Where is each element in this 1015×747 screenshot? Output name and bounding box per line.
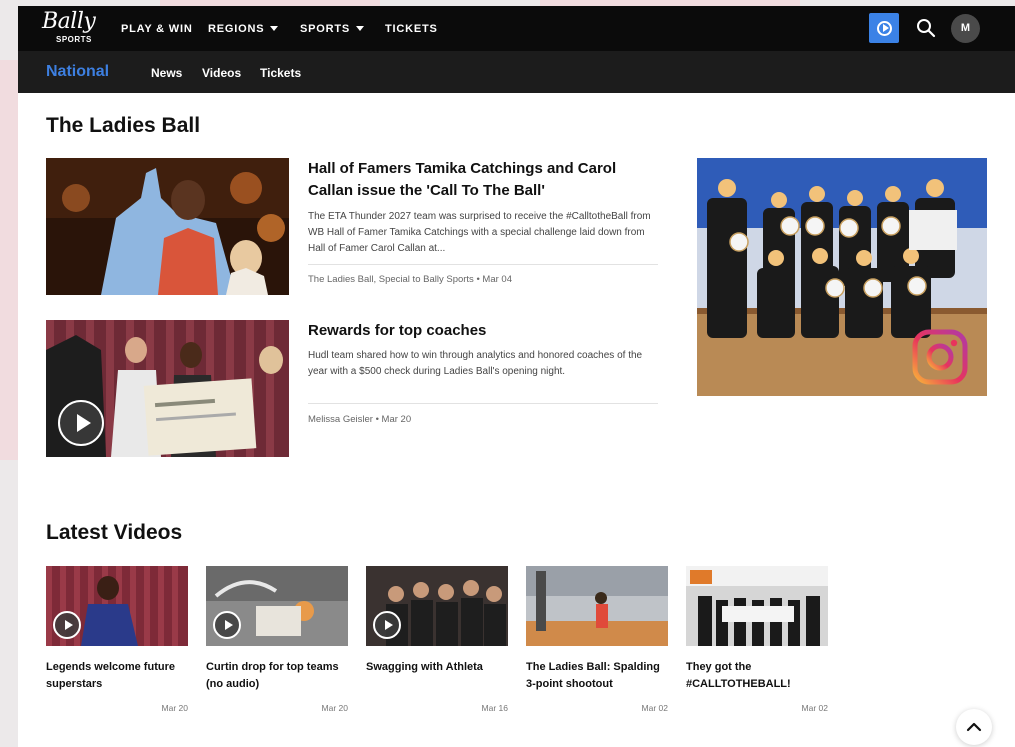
chevron-down-icon: [356, 26, 365, 31]
play-icon: [65, 620, 73, 630]
video-thumbnail[interactable]: [206, 566, 348, 646]
nav-tickets[interactable]: TICKETS: [385, 23, 438, 35]
article-divider: [308, 264, 658, 265]
video-card[interactable]: Curtin drop for top teams (no audio) Mar…: [206, 566, 348, 713]
instagram-post-image[interactable]: [697, 158, 987, 396]
chevron-up-icon: [966, 722, 982, 732]
logo-sub: SPORTS: [56, 35, 92, 44]
article-2-thumbnail[interactable]: [46, 320, 289, 457]
video-card[interactable]: Legends welcome future superstars Mar 20: [46, 566, 188, 713]
nav-play-win-label: PLAY & WIN: [121, 23, 193, 35]
play-icon: [385, 620, 393, 630]
article-2-meta: Melissa Geisler • Mar 20: [308, 414, 412, 425]
article-1-meta: The Ladies Ball, Special to Bally Sports…: [308, 274, 512, 285]
instagram-icon[interactable]: [911, 328, 969, 386]
video-card[interactable]: Swagging with Athleta Mar 16: [366, 566, 508, 713]
article-1-image: [46, 158, 289, 295]
video-4-image: [526, 566, 668, 646]
video-title[interactable]: They got the #CALLTOTHEBALL!: [686, 659, 828, 699]
video-title[interactable]: Legends welcome future superstars: [46, 659, 188, 699]
video-thumbnail[interactable]: [526, 566, 668, 646]
video-date: Mar 02: [801, 703, 828, 713]
video-title[interactable]: Curtin drop for top teams (no audio): [206, 659, 348, 699]
video-card[interactable]: They got the #CALLTOTHEBALL! Mar 02: [686, 566, 828, 713]
section-title-national[interactable]: National: [46, 63, 109, 81]
scroll-to-top-button[interactable]: [956, 709, 992, 745]
video-thumbnail[interactable]: [686, 566, 828, 646]
video-thumbnail[interactable]: [46, 566, 188, 646]
logo-script: Bally: [42, 9, 96, 34]
play-video-button[interactable]: [213, 611, 241, 639]
video-date: Mar 20: [161, 703, 188, 713]
article-2-title[interactable]: Rewards for top coaches: [308, 320, 653, 342]
nav-play-win[interactable]: PLAY & WIN: [121, 23, 193, 35]
nav-regions[interactable]: REGIONS: [208, 23, 279, 35]
watch-button[interactable]: [869, 13, 899, 43]
play-triangle: [883, 24, 889, 32]
latest-videos-heading: Latest Videos: [46, 521, 183, 544]
play-icon: [77, 414, 91, 432]
avatar[interactable]: M: [951, 14, 980, 43]
article-1-title[interactable]: Hall of Famers Tamika Catchings and Caro…: [308, 158, 653, 202]
article-divider: [308, 403, 658, 404]
video-title[interactable]: The Ladies Ball: Spalding 3-point shooto…: [526, 659, 668, 699]
subnav-videos[interactable]: Videos: [202, 66, 241, 80]
nav-regions-label: REGIONS: [208, 23, 265, 35]
play-video-button[interactable]: [58, 400, 104, 446]
nav-tickets-label: TICKETS: [385, 23, 438, 35]
play-video-button[interactable]: [53, 611, 81, 639]
video-card[interactable]: The Ladies Ball: Spalding 3-point shooto…: [526, 566, 668, 713]
video-5-image: [686, 566, 828, 646]
nav-sports[interactable]: SPORTS: [300, 23, 365, 35]
sub-navigation: National News Videos Tickets: [18, 51, 1015, 93]
page: Bally SPORTS PLAY & WIN REGIONS SPORTS T…: [18, 6, 1015, 747]
subnav-tickets[interactable]: Tickets: [260, 66, 301, 80]
video-date: Mar 20: [321, 703, 348, 713]
nav-sports-label: SPORTS: [300, 23, 351, 35]
chevron-down-icon: [270, 26, 279, 31]
video-date: Mar 16: [481, 703, 508, 713]
play-icon: [225, 620, 233, 630]
subnav-news[interactable]: News: [151, 66, 182, 80]
video-thumbnail[interactable]: [366, 566, 508, 646]
article-1-thumbnail[interactable]: [46, 158, 289, 295]
play-video-button[interactable]: [373, 611, 401, 639]
bally-sports-logo[interactable]: Bally SPORTS: [42, 11, 102, 47]
video-title[interactable]: Swagging with Athleta: [366, 659, 508, 699]
ladies-ball-heading: The Ladies Ball: [46, 114, 201, 137]
article-2-description: Hudl team shared how to win through anal…: [308, 350, 643, 377]
top-navigation: Bally SPORTS PLAY & WIN REGIONS SPORTS T…: [18, 6, 1015, 51]
search-icon[interactable]: [916, 18, 936, 38]
video-date: Mar 02: [641, 703, 668, 713]
article-1-description: The ETA Thunder 2027 team was surprised …: [308, 211, 651, 254]
